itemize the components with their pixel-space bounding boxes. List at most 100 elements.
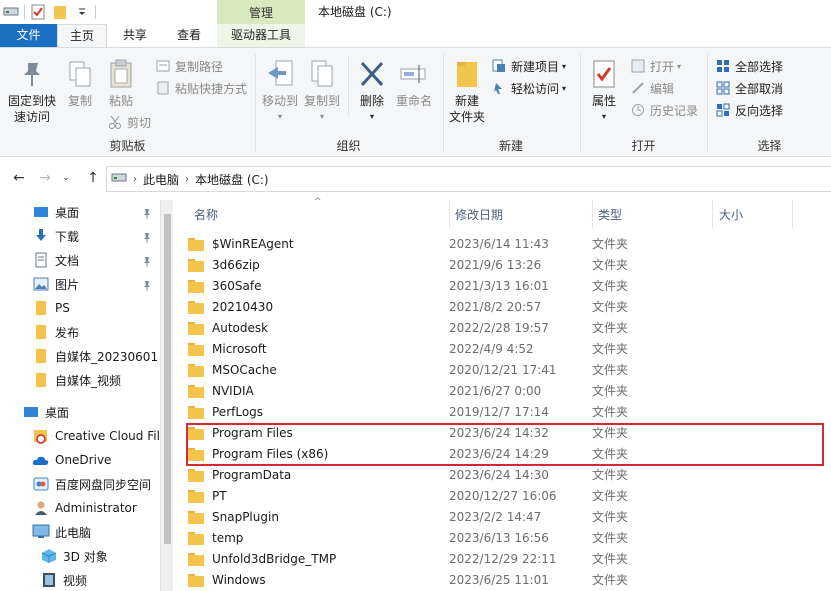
cut-button[interactable]: 剪切 xyxy=(106,112,151,132)
copy-button[interactable]: 复制 xyxy=(62,58,98,109)
scrollbar-thumb[interactable] xyxy=(164,214,171,544)
copy-label: 复制 xyxy=(67,94,92,108)
table-row[interactable]: Microsoft 2022/4/9 4:52 文件夹 xyxy=(188,338,824,359)
nav-item-baidu-netdisk[interactable]: 百度网盘同步空间 xyxy=(0,472,160,496)
tab-drive-tools[interactable]: 驱动器工具 xyxy=(217,24,305,47)
invert-selection-button[interactable]: 反向选择 xyxy=(714,100,783,120)
nav-item-ps[interactable]: PS xyxy=(0,296,160,320)
table-row[interactable]: PerfLogs 2019/12/7 17:14 文件夹 xyxy=(188,401,824,422)
edit-button[interactable]: 编辑 xyxy=(629,78,674,98)
nav-item-administrator[interactable]: Administrator xyxy=(0,496,160,520)
nav-item-pictures[interactable]: 图片 xyxy=(0,272,160,296)
ribbon-separator xyxy=(348,56,349,116)
rename-button[interactable]: 重命名 xyxy=(392,58,436,109)
address-path-box[interactable]: › 此电脑 › 本地磁盘 (C:) xyxy=(106,166,831,192)
pin-icon xyxy=(141,207,153,219)
nav-item-videos[interactable]: 视频 xyxy=(0,568,160,591)
column-header-name[interactable]: 名称 xyxy=(194,203,218,227)
creative-cloud-icon xyxy=(32,427,50,445)
nav-item-desktop[interactable]: 桌面 xyxy=(0,200,160,224)
recent-locations-button[interactable]: ⌄ xyxy=(58,164,74,192)
table-row[interactable]: 360Safe 2021/3/13 16:01 文件夹 xyxy=(188,275,824,296)
column-divider[interactable] xyxy=(449,200,450,228)
column-divider[interactable] xyxy=(592,200,593,228)
new-item-button[interactable]: 新建项目 ▾ xyxy=(490,56,566,76)
title-bar: 管理 本地磁盘 (C:) xyxy=(0,0,831,24)
breadcrumb-chevron-icon[interactable]: › xyxy=(185,174,189,185)
navigation-scrollbar[interactable] xyxy=(160,200,173,591)
nav-item-onedrive[interactable]: OneDrive xyxy=(0,448,160,472)
pin-to-quick-access-button[interactable]: 固定到快 速访问 xyxy=(4,58,60,125)
table-row[interactable]: $WinREAgent 2023/6/14 11:43 文件夹 xyxy=(188,233,824,254)
paste-icon xyxy=(105,58,137,90)
tab-home[interactable]: 主页 xyxy=(57,24,107,47)
table-row[interactable]: PT 2020/12/27 16:06 文件夹 xyxy=(188,485,824,506)
open-button[interactable]: 打开 ▾ xyxy=(629,56,681,76)
column-header-date[interactable]: 修改日期 xyxy=(455,203,503,227)
select-none-label: 全部取消 xyxy=(735,81,784,96)
scissors-icon xyxy=(106,113,124,131)
file-modified-date: 2021/9/6 13:26 xyxy=(449,257,542,272)
properties-button[interactable]: 属性 ▾ xyxy=(585,58,623,125)
nav-item-this-pc[interactable]: 此电脑 xyxy=(0,520,160,544)
paste-shortcut-button[interactable]: 粘贴快捷方式 xyxy=(154,78,247,98)
properties-quick-icon[interactable] xyxy=(27,0,49,24)
customize-qat-chevron-icon[interactable] xyxy=(71,0,93,24)
column-header-size[interactable]: 大小 xyxy=(719,203,743,227)
paste-button[interactable]: 粘贴 xyxy=(102,58,140,109)
column-header-type[interactable]: 类型 xyxy=(598,203,622,227)
table-row[interactable]: Unfold3dBridge_TMP 2022/12/29 22:11 文件夹 xyxy=(188,548,824,569)
easy-access-label: 轻松访问 xyxy=(511,81,560,96)
nav-item-3d-objects[interactable]: 3D 对象 xyxy=(0,544,160,568)
table-row[interactable]: SnapPlugin 2023/2/2 14:47 文件夹 xyxy=(188,506,824,527)
file-name: Unfold3dBridge_TMP xyxy=(212,551,337,566)
table-row[interactable]: MSOCache 2020/12/21 17:41 文件夹 xyxy=(188,359,824,380)
file-name: Autodesk xyxy=(212,320,269,335)
select-all-button[interactable]: 全部选择 xyxy=(714,56,783,76)
easy-access-button[interactable]: 轻松访问 ▾ xyxy=(490,78,566,98)
file-name: Windows xyxy=(212,572,266,587)
folder-icon xyxy=(188,468,204,482)
copy-path-button[interactable]: 复制路径 xyxy=(154,56,223,76)
table-row[interactable]: temp 2023/6/13 16:56 文件夹 xyxy=(188,527,824,548)
nav-item-label: 自媒体_20230601 xyxy=(55,349,159,364)
table-row[interactable]: 3d66zip 2021/9/6 13:26 文件夹 xyxy=(188,254,824,275)
tab-file[interactable]: 文件 xyxy=(0,24,57,47)
move-to-label: 移动到 xyxy=(261,94,298,108)
new-folder-button[interactable]: 新建 文件夹 xyxy=(446,58,488,125)
copy-to-button[interactable]: 复制到 ▾ xyxy=(302,58,342,125)
select-none-button[interactable]: 全部取消 xyxy=(714,78,783,98)
column-divider[interactable] xyxy=(712,200,713,228)
tab-view[interactable]: 查看 xyxy=(163,24,215,47)
file-type: 文件夹 xyxy=(592,321,629,335)
table-row[interactable]: ProgramData 2023/6/24 14:30 文件夹 xyxy=(188,464,824,485)
breadcrumb-local-disk[interactable]: 本地磁盘 (C:) xyxy=(195,171,269,188)
folder-icon xyxy=(188,363,204,377)
nav-item-creative-cloud[interactable]: Creative Cloud Files xyxy=(0,424,160,448)
forward-button[interactable]: → xyxy=(34,164,56,192)
back-button[interactable]: ← xyxy=(8,164,30,192)
delete-button[interactable]: 删除 ▾ xyxy=(354,58,390,125)
file-type: 文件夹 xyxy=(592,237,629,251)
nav-item-downloads[interactable]: 下载 xyxy=(0,224,160,248)
nav-item-publish[interactable]: 发布 xyxy=(0,320,160,344)
nav-item-media-20230601[interactable]: 自媒体_20230601 xyxy=(0,344,160,368)
table-row[interactable]: NVIDIA 2021/6/27 0:00 文件夹 xyxy=(188,380,824,401)
nav-item-desktop-root[interactable]: 桌面 xyxy=(0,400,160,424)
table-row[interactable]: Windows 2023/6/25 11:01 文件夹 xyxy=(188,569,824,590)
breadcrumb-chevron-icon[interactable]: › xyxy=(133,174,137,185)
table-row[interactable]: Autodesk 2022/2/28 19:57 文件夹 xyxy=(188,317,824,338)
nav-item-documents[interactable]: 文档 xyxy=(0,248,160,272)
table-row[interactable]: 20210430 2021/8/2 20:57 文件夹 xyxy=(188,296,824,317)
nav-item-media-video[interactable]: 自媒体_视频 xyxy=(0,368,160,392)
tab-share[interactable]: 共享 xyxy=(109,24,161,47)
clipboard-group-label: 剪贴板 xyxy=(109,139,146,153)
column-divider[interactable] xyxy=(792,200,793,228)
copy-icon xyxy=(64,58,96,90)
paste-shortcut-icon xyxy=(154,79,172,97)
breadcrumb-this-pc[interactable]: 此电脑 xyxy=(143,171,179,188)
new-folder-quick-icon[interactable] xyxy=(49,0,71,24)
up-button[interactable]: ↑ xyxy=(82,164,104,192)
history-button[interactable]: 历史记录 xyxy=(629,100,698,120)
move-to-button[interactable]: 移动到 ▾ xyxy=(260,58,300,125)
